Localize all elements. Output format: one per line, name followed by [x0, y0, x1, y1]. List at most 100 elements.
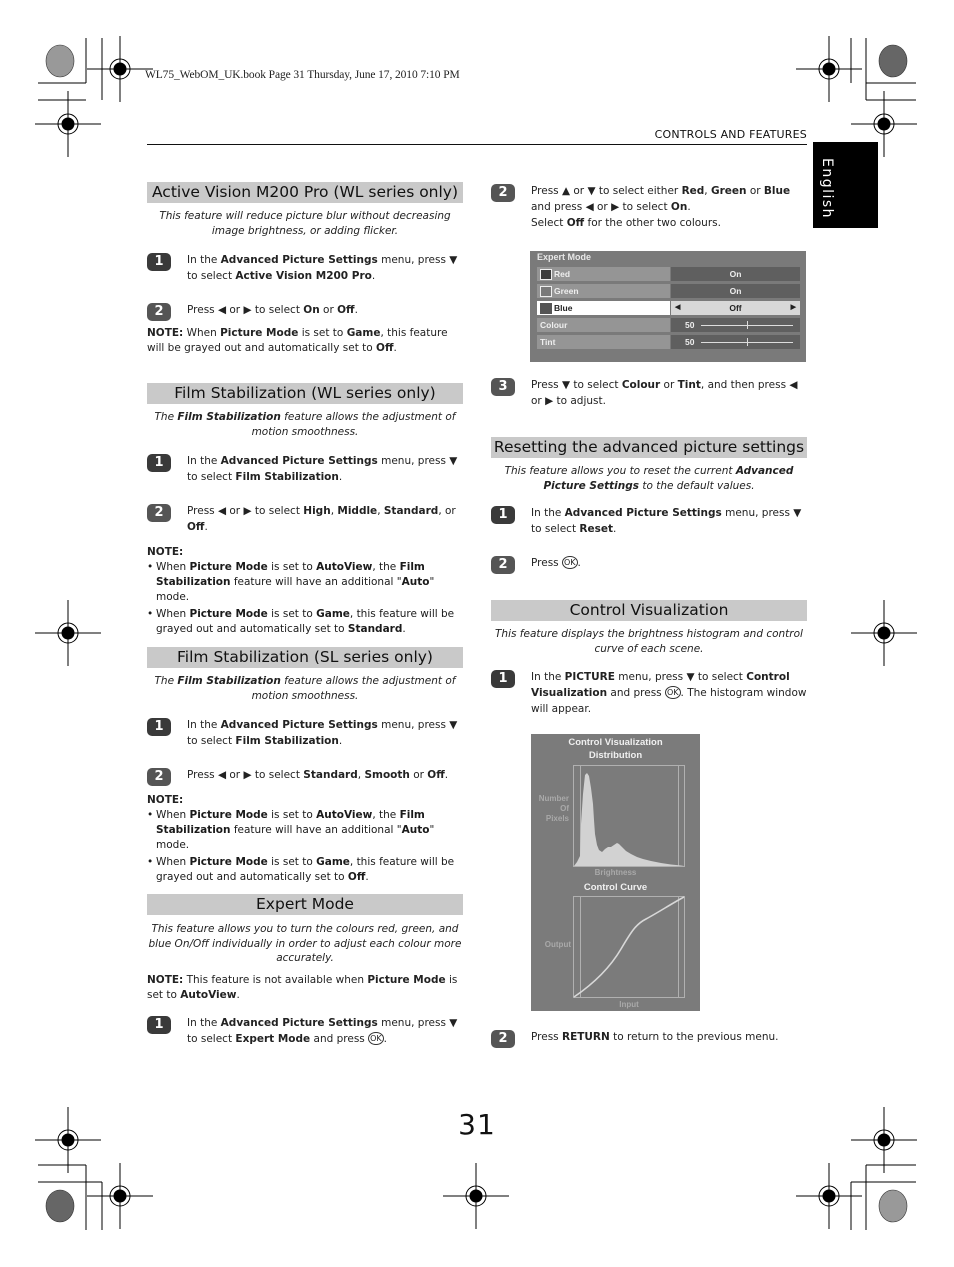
curve-frame: [573, 896, 685, 998]
section-intro: This feature will reduce picture blur wi…: [159, 210, 451, 237]
step-text: Press ◀ or ▶ to select On or Off.: [187, 304, 358, 316]
section-intro: This feature displays the brightness his…: [495, 628, 803, 655]
step-2: 2 Press ◀ or ▶ to select High, Middle, S…: [147, 503, 463, 535]
page-number: 31: [458, 1108, 496, 1141]
expert-mode-step-2: 2 Press ▲ or ▼ to select either Red, Gre…: [491, 183, 807, 231]
step-number-badge: 2: [147, 303, 171, 321]
histogram-x-label: Brightness: [594, 868, 637, 877]
step-text: In the PICTURE menu, press ▼ to select C…: [531, 671, 807, 715]
step-number-badge: 1: [147, 718, 171, 736]
registration-mark: [61, 626, 75, 640]
section-title: Film Stabilization (WL series only): [147, 383, 463, 404]
note-list: When Picture Mode is set to AutoView, th…: [147, 560, 463, 637]
osd-row-red[interactable]: Red On: [537, 267, 800, 281]
osd-row-label: Colour: [540, 320, 568, 330]
step-number-badge: 1: [147, 1015, 171, 1034]
right-arrow-icon[interactable]: ▶: [791, 301, 796, 315]
osd-row-label: Red: [554, 269, 571, 279]
expert-mode-osd-menu: Expert Mode Red On Green On Blue ◀ Off ▶…: [530, 251, 806, 362]
registration-mark: [877, 117, 891, 131]
section-title: Film Stabilization (SL series only): [147, 647, 463, 668]
step-number-badge: 2: [491, 184, 515, 202]
step-2: 2 Press ◀ or ▶ to select Standard, Smoot…: [147, 767, 463, 786]
section-title: Control Visualization: [491, 600, 807, 621]
slider-value: 50: [685, 337, 695, 347]
step-text: In the Advanced Picture Settings menu, p…: [187, 254, 458, 282]
control-visualization-step-2: 2 Press RETURN to return to the previous…: [491, 1029, 807, 1048]
registration-mark: [877, 626, 891, 640]
registration-mark: [113, 62, 127, 76]
histogram-area: [574, 773, 684, 866]
osd-row-green[interactable]: Green On: [537, 284, 800, 298]
note: NOTE: When Picture Mode is set to Game, …: [147, 327, 448, 354]
curve-title: Control Curve: [583, 882, 648, 893]
expert-mode-step-3: 3 Press ▼ to select Colour or Tint, and …: [491, 377, 807, 409]
step-2: 2 Press OK.: [491, 555, 807, 574]
step-3: 3 Press ▼ to select Colour or Tint, and …: [491, 377, 807, 409]
red-swatch-icon: [540, 269, 552, 280]
colour-slider-handle[interactable]: [747, 321, 748, 329]
registration-mark: [822, 62, 836, 76]
step-number-badge: 1: [147, 454, 171, 472]
section-reset: Resetting the advanced picture settings …: [491, 437, 807, 574]
language-tab-label: English: [819, 158, 835, 220]
section-title: Resetting the advanced picture settings: [491, 437, 807, 458]
step-text: Press OK.: [531, 556, 581, 569]
step-number-badge: 3: [491, 378, 515, 396]
step-text: Press RETURN to return to the previous m…: [531, 1031, 779, 1043]
header-rule: [147, 144, 807, 145]
registration-mark: [469, 1189, 483, 1203]
control-curve-line: [573, 896, 685, 998]
section-film-stabilization-sl: Film Stabilization (SL series only) The …: [147, 647, 463, 885]
osd-row-tint[interactable]: Tint 50: [537, 335, 800, 349]
step-number-badge: 1: [147, 253, 171, 271]
step-text: Press ◀ or ▶ to select Standard, Smooth …: [187, 769, 449, 781]
section-control-visualization: Control Visualization This feature displ…: [491, 600, 807, 717]
note-item: When Picture Mode is set to Game, this f…: [147, 855, 463, 885]
control-visualization-screen: Control Visualization Distribution Numbe…: [531, 734, 700, 1011]
step-1: 1 In the Advanced Picture Settings menu,…: [147, 252, 463, 284]
step-2: 2 Press ◀ or ▶ to select On or Off.: [147, 302, 463, 321]
osd-title: Expert Mode: [537, 252, 592, 262]
section-intro: This feature allows you to reset the cur…: [504, 465, 794, 492]
step-2: 2 Press RETURN to return to the previous…: [491, 1029, 807, 1048]
step-1: 1 In the Advanced Picture Settings menu,…: [147, 1015, 463, 1047]
osd-row-value: On: [671, 267, 800, 281]
left-arrow-icon[interactable]: ◀: [675, 301, 680, 315]
section-expert-mode: Expert Mode This feature allows you to t…: [147, 894, 463, 1047]
section-label: CONTROLS AND FEATURES: [654, 128, 807, 141]
note-item: When Picture Mode is set to AutoView, th…: [147, 808, 463, 853]
note: NOTE: This feature is not available when…: [147, 973, 458, 1001]
registration-mark: [113, 1189, 127, 1203]
step-text: In the Advanced Picture Settings menu, p…: [187, 455, 458, 483]
step-1: 1 In the Advanced Picture Settings menu,…: [491, 505, 807, 537]
step-text: In the Advanced Picture Settings menu, p…: [531, 507, 802, 535]
osd-row-colour[interactable]: Colour 50: [537, 318, 800, 332]
osd-row-label: Tint: [540, 337, 556, 347]
step-text: Press ▲ or ▼ to select either Red, Green…: [531, 185, 791, 229]
step-2: 2 Press ▲ or ▼ to select either Red, Gre…: [491, 183, 807, 231]
note-item: When Picture Mode is set to AutoView, th…: [147, 560, 463, 605]
section-active-vision: Active Vision M200 Pro (WL series only) …: [147, 182, 463, 356]
step-number-badge: 2: [491, 1030, 515, 1048]
note-item: When Picture Mode is set to Game, this f…: [147, 607, 463, 637]
step-text: Press ◀ or ▶ to select High, Middle, Sta…: [187, 505, 456, 533]
step-1: 1 In the Advanced Picture Settings menu,…: [147, 717, 463, 749]
registration-mark: [61, 117, 75, 131]
osd-row-value: Off: [729, 303, 742, 313]
blue-swatch-icon: [540, 303, 552, 314]
language-tab: English: [813, 142, 878, 228]
osd-row-blue[interactable]: Blue ◀ Off ▶: [537, 301, 800, 315]
printer-registration-marks: [35, 36, 917, 1230]
section-intro: The Film Stabilization feature allows th…: [154, 411, 456, 438]
step-number-badge: 1: [491, 670, 515, 688]
step-text: In the Advanced Picture Settings menu, p…: [187, 1016, 458, 1045]
step-text: In the Advanced Picture Settings menu, p…: [187, 719, 458, 747]
osd-row-value: On: [671, 284, 800, 298]
section-title: Expert Mode: [147, 894, 463, 915]
step-number-badge: 2: [147, 768, 171, 786]
step-1: 1 In the Advanced Picture Settings menu,…: [147, 453, 463, 485]
osd-row-label: Green: [554, 286, 579, 296]
tint-slider-handle[interactable]: [747, 338, 748, 346]
registration-mark: [822, 1189, 836, 1203]
